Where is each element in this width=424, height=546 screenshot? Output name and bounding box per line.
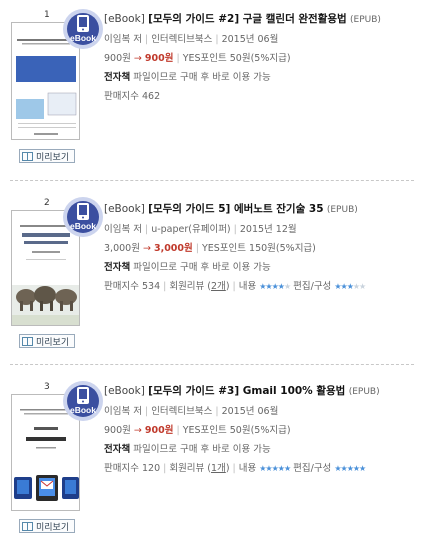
- publisher-link[interactable]: 인터렉티브북스: [151, 34, 212, 45]
- content-rating-stars: ★★★★★: [259, 464, 291, 473]
- meta-line: 이임복 저 | 인터렉티브북스 | 2015년 06월: [104, 406, 279, 417]
- review-suffix: ): [225, 463, 230, 474]
- star-icon: ★: [359, 282, 366, 291]
- edit-label: 편집/구성: [293, 463, 332, 474]
- sales-index: 판매지수 462: [104, 91, 161, 102]
- sales-index: 판매지수 534: [104, 281, 161, 292]
- edit-rating-stars: ★★★★★: [334, 282, 366, 291]
- publish-date: 2015년 06월: [221, 406, 279, 417]
- svg-text:eBook: eBook: [70, 405, 96, 415]
- divider: [10, 364, 414, 365]
- ebook-badge-icon: eBook: [63, 197, 103, 237]
- arrow: →: [142, 243, 151, 254]
- book-format: (EPUB): [326, 205, 358, 215]
- preview-label: 미리보기: [36, 522, 70, 533]
- content-label: 내용: [238, 281, 257, 292]
- ebook-badge-icon: eBook: [63, 9, 103, 49]
- author-link[interactable]: 이임복 저: [104, 406, 142, 417]
- original-price: 3,000원: [104, 243, 140, 254]
- rank-number: 1: [44, 10, 50, 20]
- title-line: [eBook] [모두의 가이드 5] 에버노트 잔기술 35 (EPUB): [104, 200, 422, 220]
- publisher-link[interactable]: u-paper(유페이퍼): [151, 224, 230, 235]
- original-price: 900원: [104, 53, 131, 64]
- item-type: [eBook]: [104, 385, 145, 397]
- divider: [10, 180, 414, 181]
- ebook-note: 파일이므로 구매 후 바로 이용 가능: [133, 262, 271, 273]
- meta-line: 이임복 저 | 인터렉티브북스 | 2015년 06월: [104, 34, 279, 45]
- sale-price: 900원: [144, 53, 174, 64]
- rank-number: 2: [44, 198, 50, 208]
- ebook-note-line: 전자책 파일이므로 구매 후 바로 이용 가능: [104, 258, 422, 277]
- points: YES포인트 50원(5%지급): [182, 53, 291, 64]
- review-suffix: ): [225, 281, 230, 292]
- ebook-note-line: 전자책 파일이므로 구매 후 바로 이용 가능: [104, 440, 422, 459]
- book-format: (EPUB): [348, 387, 380, 397]
- star-icon: ★: [283, 464, 291, 473]
- review-prefix: 회원리뷰 (: [169, 281, 212, 292]
- title-line: [eBook] [모두의 가이드 #3] Gmail 100% 활용법 (EPU…: [104, 382, 422, 402]
- edit-label: 편집/구성: [293, 281, 332, 292]
- book-title-link[interactable]: [모두의 가이드 5] 에버노트 잔기술 35: [148, 203, 323, 215]
- ebook-label: 전자책: [104, 444, 131, 455]
- publisher-link[interactable]: 인터렉티브북스: [151, 406, 212, 417]
- ebook-label: 전자책: [104, 72, 131, 83]
- book-item: 2 eBook 미리보기 [eBook] [모두의 가이드 5] 에버노트 잔기…: [0, 186, 424, 358]
- ebook-note: 파일이므로 구매 후 바로 이용 가능: [133, 444, 271, 455]
- publish-date: 2015년 12월: [239, 224, 297, 235]
- preview-label: 미리보기: [36, 152, 70, 163]
- price-line: 900원 → 900원 | YES포인트 50원(5%지급): [104, 425, 291, 436]
- arrow: →: [133, 425, 142, 436]
- author-link[interactable]: 이임복 저: [104, 224, 142, 235]
- book-info: [eBook] [모두의 가이드 #2] 구글 캘린더 완전활용법 (EPUB)…: [104, 10, 422, 106]
- book-info: [eBook] [모두의 가이드 #3] Gmail 100% 활용법 (EPU…: [104, 382, 422, 478]
- points: YES포인트 150원(5%지급): [201, 243, 316, 254]
- original-price: 900원: [104, 425, 131, 436]
- sales-index: 판매지수 120: [104, 463, 161, 474]
- book-icon: [22, 521, 33, 531]
- ebook-note-line: 전자책 파일이므로 구매 후 바로 이용 가능: [104, 68, 422, 87]
- stats-line: 판매지수 534 | 회원리뷰 (2개) | 내용 ★★★★★ 편집/구성 ★★★★★: [104, 281, 366, 292]
- book-item: 1 eBook 미리보기 [eBook] [모두의 가이드 #2] 구글 캘린더…: [0, 0, 424, 176]
- item-type: [eBook]: [104, 13, 145, 25]
- price-line: 900원 → 900원 | YES포인트 50원(5%지급): [104, 53, 291, 64]
- svg-text:eBook: eBook: [70, 33, 96, 43]
- price-line: 3,000원 → 3,000원 | YES포인트 150원(5%지급): [104, 243, 316, 254]
- title-line: [eBook] [모두의 가이드 #2] 구글 캘린더 완전활용법 (EPUB): [104, 10, 422, 30]
- book-icon: [22, 151, 33, 161]
- points: YES포인트 50원(5%지급): [182, 425, 291, 436]
- ebook-note: 파일이므로 구매 후 바로 이용 가능: [133, 72, 271, 83]
- author-link[interactable]: 이임복 저: [104, 34, 142, 45]
- ebook-label: 전자책: [104, 262, 131, 273]
- arrow: →: [133, 53, 142, 64]
- rank-number: 3: [44, 382, 50, 392]
- preview-button[interactable]: 미리보기: [19, 519, 75, 533]
- content-label: 내용: [238, 463, 257, 474]
- review-count-link[interactable]: 1개: [211, 463, 226, 474]
- publish-date: 2015년 06월: [221, 34, 279, 45]
- review-count-link[interactable]: 2개: [211, 281, 226, 292]
- star-icon: ★: [359, 464, 366, 473]
- ebook-badge-icon: eBook: [63, 381, 103, 421]
- preview-button[interactable]: 미리보기: [19, 149, 75, 163]
- book-icon: [22, 336, 33, 346]
- stats-line: 판매지수 120 | 회원리뷰 (1개) | 내용 ★★★★★ 편집/구성 ★★★★★: [104, 463, 366, 474]
- star-icon: ★: [283, 282, 291, 291]
- book-title-link[interactable]: [모두의 가이드 #3] Gmail 100% 활용법: [148, 385, 345, 397]
- content-rating-stars: ★★★★★: [259, 282, 291, 291]
- sale-price: 3,000원: [153, 243, 193, 254]
- preview-button[interactable]: 미리보기: [19, 334, 75, 348]
- review-prefix: 회원리뷰 (: [169, 463, 212, 474]
- book-title-link[interactable]: [모두의 가이드 #2] 구글 캘린더 완전활용법: [148, 13, 347, 25]
- book-info: [eBook] [모두의 가이드 5] 에버노트 잔기술 35 (EPUB) 이…: [104, 200, 422, 296]
- edit-rating-stars: ★★★★★: [334, 464, 366, 473]
- meta-line: 이임복 저 | u-paper(유페이퍼) | 2015년 12월: [104, 224, 297, 235]
- preview-label: 미리보기: [36, 337, 70, 348]
- book-format: (EPUB): [350, 15, 381, 25]
- item-type: [eBook]: [104, 203, 145, 215]
- svg-text:eBook: eBook: [70, 221, 96, 231]
- book-item: 3 eBook 미리보기 [eBook] [모두의 가이드 #3] Gmail …: [0, 370, 424, 546]
- sale-price: 900원: [144, 425, 174, 436]
